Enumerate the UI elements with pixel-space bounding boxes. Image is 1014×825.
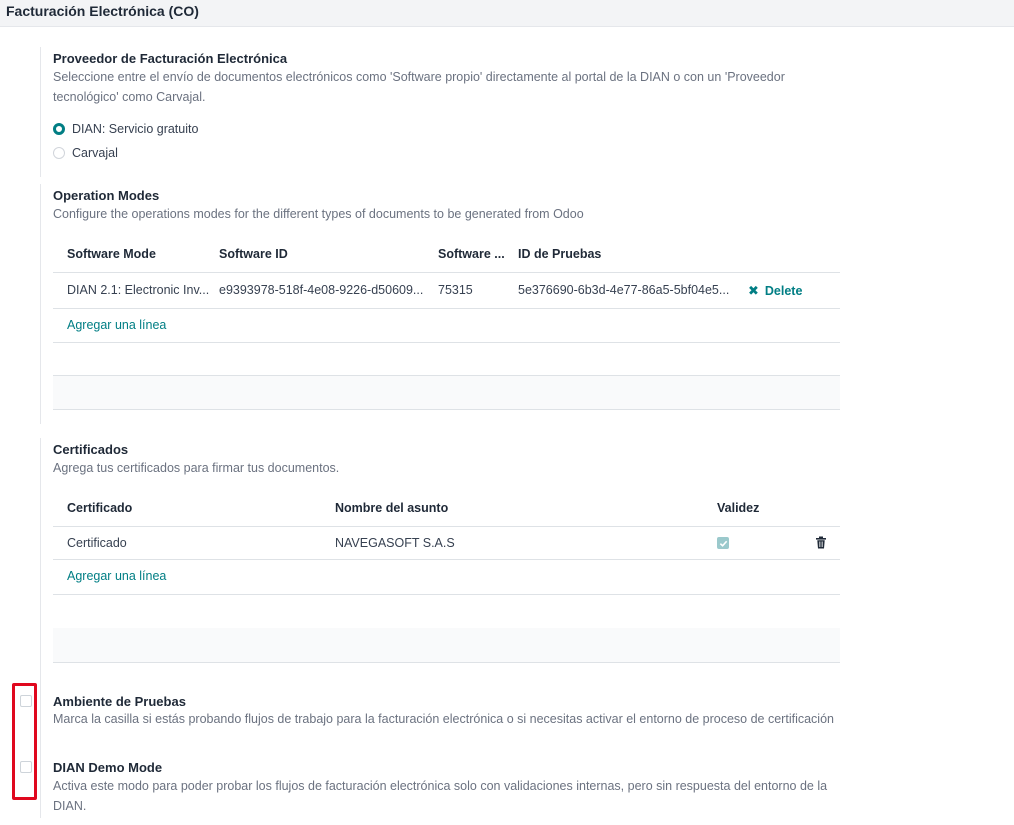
provider-description-line-2: tecnológico' como Carvajal.: [53, 90, 206, 104]
radio-unchecked-icon[interactable]: [53, 147, 65, 159]
column-header-subject[interactable]: Nombre del asunto: [335, 501, 448, 515]
check-icon: [717, 537, 729, 549]
radio-option-dian[interactable]: DIAN: Servicio gratuito: [53, 120, 198, 138]
demo-mode-description: Activa este modo para poder probar los f…: [53, 776, 827, 816]
column-header-software-id[interactable]: Software ID: [219, 247, 288, 261]
demo-mode-title: DIAN Demo Mode: [53, 760, 163, 775]
empty-row: [53, 628, 840, 663]
operation-modes-left-border: [40, 184, 41, 424]
table-row[interactable]: DIAN 2.1: Electronic Inv... e9393978-518…: [53, 272, 840, 309]
demo-mode-description-line-2: DIAN.: [53, 799, 87, 813]
cell-software-pin[interactable]: 75315: [438, 283, 473, 297]
operation-modes-description: Configure the operations modes for the d…: [53, 207, 584, 221]
radio-option-carvajal-label: Carvajal: [72, 146, 118, 160]
provider-description: Seleccione entre el envío de documentos …: [53, 67, 785, 107]
column-header-software-pin[interactable]: Software ...: [438, 247, 505, 261]
provider-left-border: [40, 47, 41, 177]
highlight-box: [12, 683, 37, 800]
radio-option-carvajal[interactable]: Carvajal: [53, 144, 118, 162]
cell-certificate[interactable]: Certificado: [67, 536, 127, 550]
cell-test-id[interactable]: 5e376690-6b3d-4e77-86a5-5bf04e5...: [518, 283, 729, 297]
column-header-validity[interactable]: Validez: [717, 501, 759, 515]
test-environment-title: Ambiente de Pruebas: [53, 694, 186, 709]
add-line-row: Agregar una línea: [53, 308, 840, 343]
delete-label: Delete: [764, 284, 803, 298]
empty-row: [53, 376, 840, 410]
add-line-link[interactable]: Agregar una línea: [67, 318, 166, 332]
operation-modes-title: Operation Modes: [53, 188, 160, 203]
radio-checked-icon[interactable]: [53, 123, 65, 135]
table-row[interactable]: Certificado NAVEGASOFT S.A.S: [53, 526, 840, 560]
add-line-row: Agregar una línea: [53, 559, 840, 595]
add-line-link[interactable]: Agregar una línea: [67, 569, 166, 583]
radio-option-dian-label: DIAN: Servicio gratuito: [72, 122, 199, 136]
delete-row-button[interactable]: ✖ Delete: [748, 283, 802, 299]
demo-mode-description-line-1: Activa este modo para poder probar los f…: [53, 779, 828, 793]
settings-section-header: Facturación Electrónica (CO): [0, 0, 1014, 27]
provider-description-line-1: Seleccione entre el envío de documentos …: [53, 70, 785, 84]
empty-row: [53, 342, 840, 376]
cell-software-id[interactable]: e9393978-518f-4e08-9226-d50609...: [219, 283, 423, 297]
section-title: Facturación Electrónica (CO): [6, 3, 199, 19]
cell-subject[interactable]: NAVEGASOFT S.A.S: [335, 536, 455, 550]
cell-software-mode[interactable]: DIAN 2.1: Electronic Inv...: [67, 283, 209, 297]
certificates-title: Certificados: [53, 442, 129, 457]
table-header: Software Mode Software ID Software ... I…: [53, 237, 840, 273]
column-header-test-id[interactable]: ID de Pruebas: [518, 247, 601, 261]
empty-row: [53, 594, 840, 629]
column-header-certificate[interactable]: Certificado: [67, 501, 132, 515]
trash-icon[interactable]: [815, 536, 827, 554]
column-header-software-mode[interactable]: Software Mode: [67, 247, 156, 261]
test-environment-description: Marca la casilla si estás probando flujo…: [53, 712, 834, 726]
table-header: Certificado Nombre del asunto Validez: [53, 491, 840, 527]
certificates-description: Agrega tus certificados para firmar tus …: [53, 461, 340, 475]
certificates-left-border: [40, 438, 41, 818]
x-icon: ✖: [748, 283, 759, 298]
provider-title: Proveedor de Facturación Electrónica: [53, 51, 288, 66]
